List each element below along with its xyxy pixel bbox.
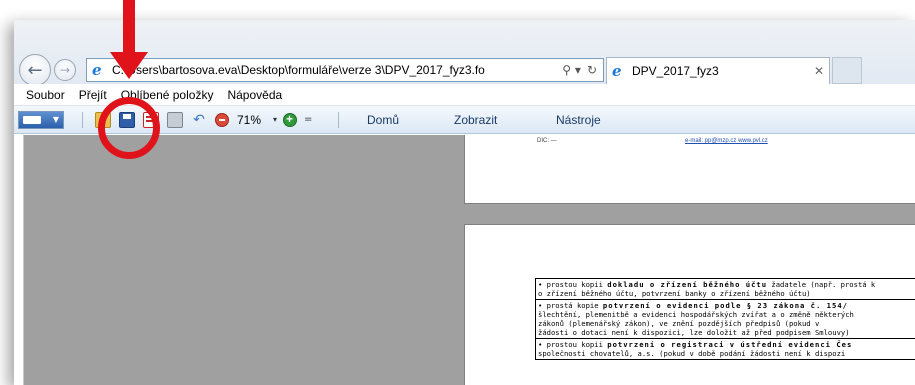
- back-arrow-icon: ←: [27, 59, 43, 81]
- left-panel-edge: [14, 135, 24, 385]
- new-tab-button[interactable]: [832, 57, 862, 84]
- document-viewport[interactable]: DIC: — e-mail: pp@mzp.cz www.pvl.cz • pr…: [14, 135, 915, 385]
- refresh-icon[interactable]: ↻: [587, 63, 597, 77]
- tab-title: DPV_2017_fyz3: [632, 64, 719, 78]
- annotation-arrow-head-icon: [110, 52, 148, 79]
- page1-text-right[interactable]: e-mail: pp@mzp.cz www.pvl.cz: [685, 138, 768, 144]
- menu-item-prejit[interactable]: Přejít: [73, 88, 113, 102]
- view-mode-dropdown[interactable]: ▼: [18, 110, 64, 129]
- table-row: • prostou kopii potvrzení o registraci v…: [536, 339, 915, 360]
- table-row: • prostou kopii dokladu o zřízení běžnéh…: [536, 279, 915, 300]
- row-text-bold: potvrzení o evidenci podle § 23 zákona č…: [602, 301, 848, 310]
- row-text: žádosti o dotaci není k dispozici, lze d…: [538, 328, 850, 337]
- print-icon[interactable]: [167, 111, 183, 128]
- row-text: • prostou kopii: [538, 340, 608, 349]
- zoom-out-icon[interactable]: [215, 112, 229, 127]
- search-dropdown-icon[interactable]: ⚲ ▾: [562, 63, 581, 77]
- forward-button[interactable]: →: [54, 59, 76, 81]
- chevron-down-icon: ▼: [52, 115, 59, 124]
- row-text: • prostá kopie: [538, 301, 603, 310]
- menu-item-napoveda[interactable]: Nápověda: [221, 88, 288, 102]
- browser-titlebar: ← → e C:\Users\bartosova.eva\Desktop\for…: [14, 20, 915, 86]
- back-button[interactable]: ←: [19, 54, 51, 86]
- row-text: o zřízení běžného účtu, potvrzení banky …: [538, 289, 811, 298]
- menu-item-soubor[interactable]: Soubor: [20, 88, 71, 102]
- menu-bar: Soubor Přejít Oblíbené položky Nápověda: [14, 84, 915, 106]
- address-actions: ⚲ ▾ ↻: [556, 63, 603, 77]
- view-mode-icon: [23, 115, 41, 124]
- viewport-background: [24, 135, 464, 385]
- undo-icon[interactable]: ↶: [191, 112, 207, 128]
- row-text: zákonů (plemenářský zákon), ve znění poz…: [538, 319, 820, 328]
- page1-text-left: DIC: —: [537, 138, 557, 144]
- zoom-level[interactable]: 71%: [237, 113, 261, 127]
- annotation-arrow-shaft: [123, 0, 135, 54]
- toolbar-link-nastroje[interactable]: Nástroje: [556, 113, 601, 127]
- document-page-1: DIC: — e-mail: pp@mzp.cz www.pvl.cz: [464, 135, 915, 204]
- tab-close-icon[interactable]: ✕: [809, 64, 829, 78]
- tab-ie-icon: e: [612, 62, 622, 80]
- row-text: šlechtění, plemenitbě a evidenci hospodá…: [538, 310, 854, 319]
- row-text: • prostou kopii: [538, 280, 608, 289]
- row-text-bold: dokladu o zřízení běžného účtu: [607, 280, 768, 289]
- ie-page-icon: e: [92, 61, 102, 79]
- zoom-in-icon[interactable]: [283, 112, 298, 127]
- toolbar-separator: [82, 111, 83, 128]
- table-row: • prostá kopie potvrzení o evidenci podl…: [536, 300, 915, 339]
- row-text-bold: potvrzení o registraci v ústřední eviden…: [607, 340, 853, 349]
- toolbar-link-domu[interactable]: Domů: [367, 113, 399, 127]
- forward-arrow-icon: →: [59, 63, 71, 77]
- row-text: žadatele (např. prostá k: [767, 280, 876, 289]
- address-bar[interactable]: e C:\Users\bartosova.eva\Desktop\formulá…: [86, 58, 604, 82]
- annotation-highlight-circle: [98, 97, 160, 159]
- browser-window: ← → e C:\Users\bartosova.eva\Desktop\for…: [14, 20, 915, 385]
- more-options-icon[interactable]: =: [304, 114, 312, 125]
- document-page-2: • prostou kopii dokladu o zřízení běžnéh…: [464, 224, 915, 385]
- address-text[interactable]: C:\Users\bartosova.eva\Desktop\formuláře…: [112, 63, 556, 77]
- row-text: společnosti chovatelů, a.s. (pokud v dob…: [538, 349, 846, 358]
- attachments-table: • prostou kopii dokladu o zřízení běžnéh…: [535, 278, 915, 360]
- toolbar-link-zobrazit[interactable]: Zobrazit: [454, 113, 497, 127]
- toolbar-separator-2: [338, 111, 340, 128]
- zoom-dropdown-icon[interactable]: ▾: [273, 115, 277, 124]
- browser-tab[interactable]: e DPV_2017_fyz3 ✕: [606, 57, 830, 84]
